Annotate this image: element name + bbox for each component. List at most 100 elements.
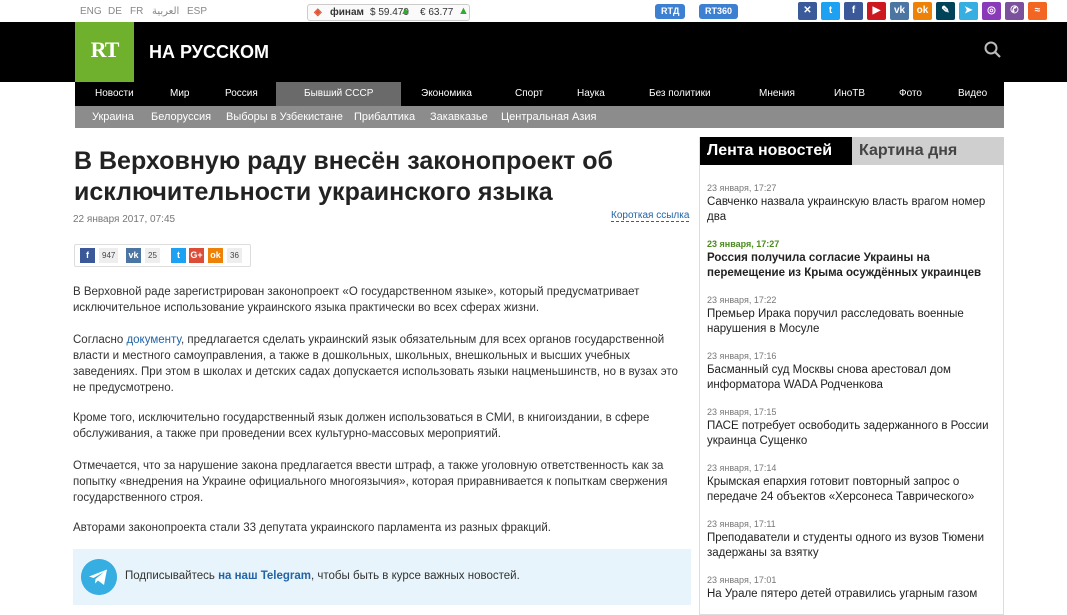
sidebar-tabs: Лента новостей Картина дня xyxy=(700,137,1004,165)
news-headline[interactable]: На Урале пятеро детей отравились угарным… xyxy=(707,587,997,602)
news-item[interactable]: 23 января, 17:27 Савченко назвала украинс… xyxy=(707,183,997,225)
odnoklassniki-share-icon[interactable]: ok xyxy=(208,248,223,263)
finam-brand: финам xyxy=(330,7,364,18)
tab-news-feed[interactable]: Лента новостей xyxy=(700,137,852,165)
document-link[interactable]: документу xyxy=(126,334,181,346)
nav-item-video[interactable]: Видео xyxy=(958,82,987,106)
nav-item-economy[interactable]: Экономика xyxy=(421,82,472,106)
telegram-icon[interactable]: ➤ xyxy=(959,2,978,20)
article-paragraph: В Верховной раде зарегистрирован законоп… xyxy=(73,286,640,314)
facebook-share-count: 947 xyxy=(99,248,119,263)
subnav-item-ukraine[interactable]: Украина xyxy=(92,106,134,128)
eur-up-arrow-icon: ▲ xyxy=(458,5,469,17)
livejournal-icon[interactable]: ✎ xyxy=(936,2,955,20)
telegram-promo-after: , чтобы быть в курсе важных новостей. xyxy=(311,570,520,582)
main-nav: Новости Мир Россия Бывший СССР Экономика… xyxy=(75,82,1004,106)
viber-icon[interactable]: ✆ xyxy=(1005,2,1024,20)
news-headline[interactable]: ПАСЕ потребует освободить задержанного в… xyxy=(707,419,997,449)
top-bar: ENG DE FR العربية ESP ◈ финам $ 59.479 ▲… xyxy=(0,0,1067,22)
x-icon[interactable]: ✕ xyxy=(798,2,817,20)
news-headline[interactable]: Савченко назвала украинскую власть враго… xyxy=(707,195,997,225)
news-time: 23 января, 17:15 xyxy=(707,407,777,417)
vk-share-count: 25 xyxy=(145,248,160,263)
nav-item-news[interactable]: Новости xyxy=(95,82,134,106)
news-time: 23 января, 17:27 xyxy=(707,183,777,193)
news-item[interactable]: 23 января, 17:14 Крымская епархия готовит… xyxy=(707,463,997,505)
subnav-item-central-asia[interactable]: Центральная Азия xyxy=(501,106,596,128)
odnoklassniki-icon[interactable]: ok xyxy=(913,2,932,20)
lang-eng[interactable]: ENG xyxy=(80,6,102,17)
news-item[interactable]: 23 января, 17:15 ПАСЕ потребует освободит… xyxy=(707,407,997,449)
nav-item-sport[interactable]: Спорт xyxy=(515,82,543,106)
news-time: 23 января, 17:22 xyxy=(707,295,777,305)
news-headline[interactable]: Басманный суд Москвы снова арестовал дом… xyxy=(707,363,997,393)
site-title[interactable]: НА РУССКОМ xyxy=(149,42,269,63)
sub-nav: Украина Белоруссия Выборы в Узбекистане … xyxy=(75,106,1004,128)
news-headline[interactable]: Россия получила согласие Украины на пере… xyxy=(707,251,997,281)
nav-item-science[interactable]: Наука xyxy=(577,82,605,106)
subnav-item-belarus[interactable]: Белоруссия xyxy=(151,106,211,128)
nav-item-photo[interactable]: Фото xyxy=(899,82,922,106)
rtd-button[interactable]: RTД xyxy=(655,4,686,19)
usd-up-arrow-icon: ▲ xyxy=(400,5,411,17)
news-time: 23 января, 17:16 xyxy=(707,351,777,361)
news-item[interactable]: 23 января, 17:22 Премьер Ирака поручил ра… xyxy=(707,295,997,337)
nav-item-world[interactable]: Мир xyxy=(170,82,189,106)
rt360-button[interactable]: RT360 xyxy=(699,4,739,19)
article-paragraph: Кроме того, исключительно государственны… xyxy=(73,412,650,440)
share-bar: f 947 vk 25 t G+ ok 36 xyxy=(74,244,251,267)
odnoklassniki-share-count: 36 xyxy=(227,248,242,263)
news-time: 23 января, 17:27 xyxy=(707,239,780,249)
article-paragraph: Согласно документу, предлагается сделать… xyxy=(73,332,683,396)
nav-item-inotv[interactable]: ИноТВ xyxy=(834,82,865,106)
finam-ticker[interactable]: ◈ финам $ 59.479 ▲ € 63.77 ▲ xyxy=(307,4,470,21)
news-item[interactable]: 23 января, 17:27 Россия получила согласие… xyxy=(707,239,997,281)
paragraph-text: Согласно xyxy=(73,334,127,346)
search-icon[interactable] xyxy=(984,41,1002,59)
news-time: 23 января, 17:14 xyxy=(707,463,777,473)
vk-icon[interactable]: vk xyxy=(890,2,909,20)
article-paragraph: Отмечается, что за нарушение закона пред… xyxy=(73,460,668,504)
short-link-button[interactable]: Короткая ссылка xyxy=(611,210,690,222)
nav-item-opinions[interactable]: Мнения xyxy=(759,82,795,106)
telegram-promo[interactable]: Подписывайтесь на наш Telegram, чтобы бы… xyxy=(73,549,691,605)
nav-item-ex-ussr[interactable]: Бывший СССР xyxy=(276,82,402,106)
article-date: 22 января 2017, 07:45 xyxy=(73,214,176,225)
telegram-promo-text: Подписывайтесь на наш Telegram, чтобы бы… xyxy=(125,570,520,582)
google-plus-share-icon[interactable]: G+ xyxy=(189,248,204,263)
telegram-icon xyxy=(81,559,117,595)
nav-item-russia[interactable]: Россия xyxy=(225,82,258,106)
twitter-share-icon[interactable]: t xyxy=(171,248,186,263)
tab-picture-of-day[interactable]: Картина дня xyxy=(852,137,1004,165)
facebook-share-icon[interactable]: f xyxy=(80,248,95,263)
article-title: В Верховную раду внесён законопроект об … xyxy=(74,147,614,206)
rss-icon[interactable]: ≈ xyxy=(1028,2,1047,20)
lang-fr[interactable]: FR xyxy=(130,6,143,17)
telegram-promo-before: Подписывайтесь xyxy=(125,570,219,582)
youtube-icon[interactable]: ▶ xyxy=(867,2,886,20)
facebook-icon[interactable]: f xyxy=(844,2,863,20)
news-headline[interactable]: Преподаватели и студенты одного из вузов… xyxy=(707,531,997,561)
subnav-item-transcaucasia[interactable]: Закавказье xyxy=(430,106,488,128)
subnav-item-uzbekistan[interactable]: Выборы в Узбекистане xyxy=(226,106,343,128)
vk-share-icon[interactable]: vk xyxy=(126,248,141,263)
news-time: 23 января, 17:01 xyxy=(707,575,777,585)
telegram-link[interactable]: на наш Telegram xyxy=(218,570,311,582)
subnav-item-baltics[interactable]: Прибалтика xyxy=(354,106,415,128)
lang-esp[interactable]: ESP xyxy=(187,6,207,17)
news-item[interactable]: 23 января, 17:01 На Урале пятеро детей от… xyxy=(707,575,997,602)
instagram-icon[interactable]: ◎ xyxy=(982,2,1001,20)
article-paragraph: Авторами законопроекта стали 33 депутата… xyxy=(73,522,551,534)
finam-logo-icon: ◈ xyxy=(314,7,322,18)
news-headline[interactable]: Премьер Ирака поручил расследовать военн… xyxy=(707,307,997,337)
lang-ar[interactable]: العربية xyxy=(152,6,179,17)
news-headline[interactable]: Крымская епархия готовит повторный запро… xyxy=(707,475,997,505)
eur-rate: € 63.77 xyxy=(420,7,454,18)
news-item[interactable]: 23 января, 17:16 Басманный суд Москвы сно… xyxy=(707,351,997,393)
news-sidebar: Лента новостей Картина дня 23 января, 17… xyxy=(699,137,1004,615)
twitter-icon[interactable]: t xyxy=(821,2,840,20)
news-item[interactable]: 23 января, 17:11 Преподаватели и студенты… xyxy=(707,519,997,561)
nav-item-no-politics[interactable]: Без политики xyxy=(649,82,711,106)
lang-de[interactable]: DE xyxy=(108,6,122,17)
rt-logo[interactable]: RT xyxy=(75,22,134,82)
